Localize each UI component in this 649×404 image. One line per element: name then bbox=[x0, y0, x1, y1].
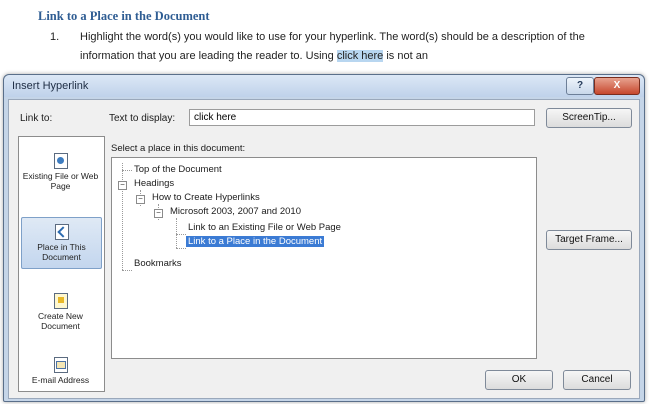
select-place-label: Select a place in this document: bbox=[111, 143, 246, 154]
link-option-create-new[interactable]: Create New Document bbox=[21, 293, 100, 331]
help-button[interactable]: ? bbox=[566, 77, 594, 95]
link-option-label: Create New Document bbox=[38, 311, 83, 331]
tree-node-link-existing[interactable]: Link to an Existing File or Web Page bbox=[188, 222, 341, 233]
link-option-place-in-document[interactable]: Place in This Document bbox=[21, 217, 102, 269]
dialog-title: Insert Hyperlink bbox=[12, 80, 89, 92]
highlighted-text[interactable]: click here bbox=[336, 50, 384, 62]
collapse-icon[interactable]: − bbox=[154, 209, 163, 218]
tree-node-bookmarks[interactable]: Bookmarks bbox=[134, 258, 182, 269]
document-place-icon bbox=[54, 224, 69, 240]
tree-node-microsoft[interactable]: Microsoft 2003, 2007 and 2010 bbox=[170, 206, 301, 217]
ok-button[interactable]: OK bbox=[485, 370, 553, 390]
document-paragraph: 1. Highlight the word(s) you would like … bbox=[50, 28, 640, 66]
text-to-display-label: Text to display: bbox=[109, 113, 176, 124]
cancel-button[interactable]: Cancel bbox=[563, 370, 631, 390]
close-button[interactable]: X bbox=[594, 77, 640, 95]
target-frame-button[interactable]: Target Frame... bbox=[546, 230, 632, 250]
paragraph-text-after: is not an bbox=[383, 50, 428, 62]
globe-file-icon bbox=[53, 153, 68, 169]
tree-node-link-place[interactable]: Link to a Place in the Document bbox=[186, 236, 325, 247]
paragraph-text-before: Highlight the word(s) you would like to … bbox=[80, 31, 585, 62]
document-heading: Link to a Place in the Document bbox=[38, 9, 210, 23]
collapse-icon[interactable]: − bbox=[118, 181, 127, 190]
link-option-label: Existing File or Web Page bbox=[22, 171, 99, 191]
dialog-client-area: Link to: Text to display: ScreenTip... E… bbox=[8, 99, 640, 399]
tree-node-how-to[interactable]: How to Create Hyperlinks bbox=[152, 192, 260, 203]
tree-node-headings[interactable]: Headings bbox=[134, 178, 174, 189]
document-tree: Top of the Document − Headings − How to … bbox=[111, 157, 537, 359]
new-document-icon bbox=[53, 293, 68, 309]
text-to-display-input[interactable] bbox=[189, 109, 535, 126]
link-option-label: Place in This Document bbox=[37, 242, 86, 262]
tree-node-top[interactable]: Top of the Document bbox=[134, 164, 222, 175]
link-option-existing-file[interactable]: Existing File or Web Page bbox=[21, 153, 100, 191]
collapse-icon[interactable]: − bbox=[136, 195, 145, 204]
screentip-button[interactable]: ScreenTip... bbox=[546, 108, 632, 128]
dialog-titlebar[interactable]: Insert Hyperlink ? X bbox=[4, 75, 644, 97]
link-to-sidebar: Existing File or Web Page Place in This … bbox=[18, 136, 105, 392]
link-to-label: Link to: bbox=[20, 113, 53, 124]
link-option-label: E-mail Address bbox=[31, 375, 90, 385]
link-option-email[interactable]: E-mail Address bbox=[21, 357, 100, 385]
list-number: 1. bbox=[50, 31, 60, 43]
insert-hyperlink-dialog: Insert Hyperlink ? X Link to: Text to di… bbox=[3, 74, 645, 402]
paragraph-text: Highlight the word(s) you would like to … bbox=[80, 28, 640, 66]
email-icon bbox=[53, 357, 68, 373]
